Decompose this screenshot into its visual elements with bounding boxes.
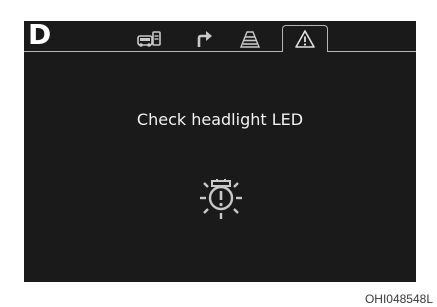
warning-message: Check headlight LED <box>136 110 304 129</box>
headlight-led-warning-icon <box>200 179 242 219</box>
cluster-top-bar: D <box>24 21 416 57</box>
warning-triangle-icon <box>295 30 315 48</box>
tab-baseline-left <box>24 51 283 52</box>
tab-warnings[interactable] <box>282 25 328 52</box>
tab-driving-assist[interactable] <box>233 27 267 51</box>
tab-navigation[interactable] <box>187 27 221 51</box>
turn-by-turn-arrow-icon <box>197 31 212 47</box>
instrument-cluster-display: D Check headlight LED <box>24 21 416 282</box>
gear-indicator: D <box>28 21 52 51</box>
tab-vehicle-info[interactable] <box>132 27 166 51</box>
vehicle-info-icon <box>137 31 161 47</box>
tab-baseline-right <box>327 51 416 52</box>
lane-assist-icon <box>239 31 261 48</box>
